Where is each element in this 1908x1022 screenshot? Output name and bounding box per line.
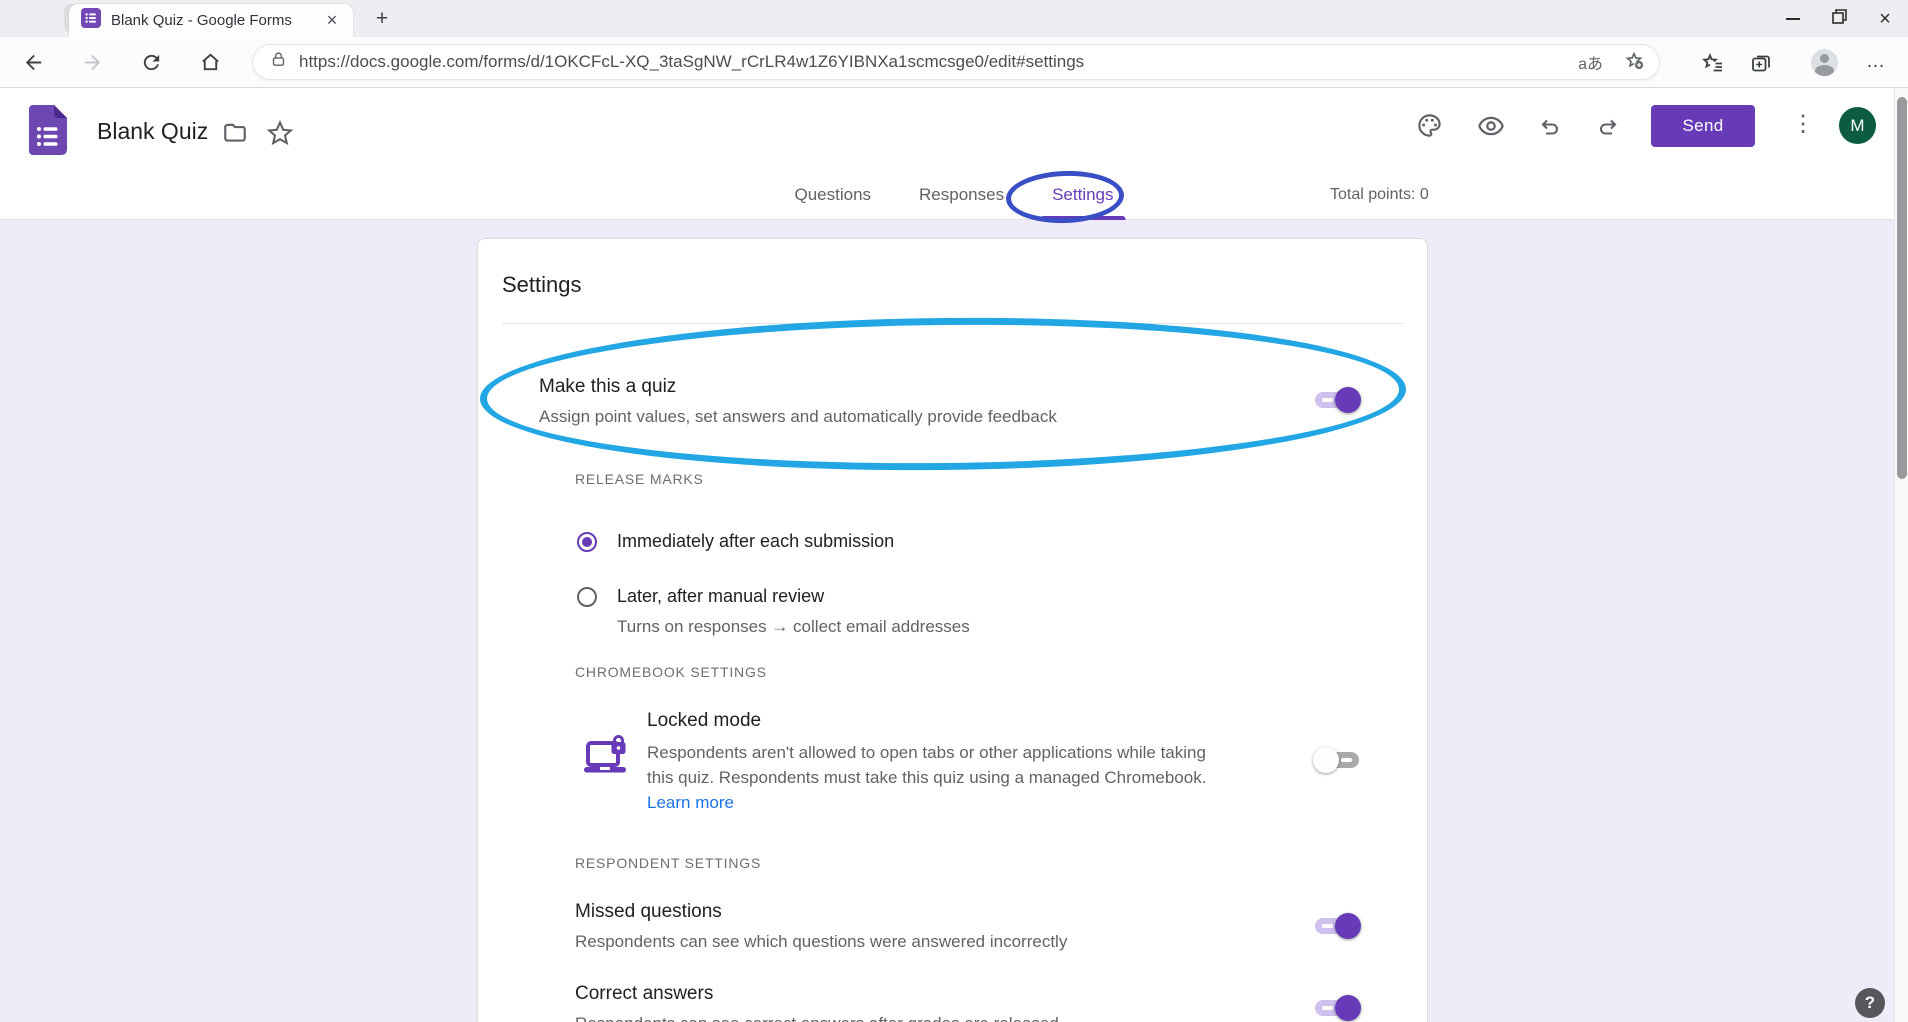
browser-menu-button[interactable]: …: [1866, 51, 1886, 73]
divider: [502, 323, 1403, 324]
send-button[interactable]: Send: [1651, 105, 1755, 147]
radio-immediately-label[interactable]: Immediately after each submission: [617, 531, 894, 552]
form-nav-bar: Questions Responses Settings Total point…: [0, 170, 1908, 220]
quiz-toggle-description: Assign point values, set answers and aut…: [539, 407, 1057, 427]
tab-settings[interactable]: Settings: [1036, 170, 1129, 220]
total-points-label: Total points: 0: [1330, 170, 1429, 220]
tab-title: Blank Quiz - Google Forms: [111, 12, 321, 29]
window-controls: ×: [1770, 0, 1908, 37]
form-title[interactable]: Blank Quiz: [97, 118, 208, 145]
radio-later-subtext: Turns on responses → collect email addre…: [617, 617, 970, 637]
address-bar[interactable]: https://docs.google.com/forms/d/1OKCFcL-…: [252, 44, 1660, 80]
correct-answers-description: Respondents can see correct answers afte…: [575, 1014, 1059, 1022]
new-tab-button[interactable]: +: [368, 6, 396, 32]
tab-close-button[interactable]: ×: [321, 10, 343, 32]
radio-later[interactable]: [577, 587, 597, 607]
help-button[interactable]: ?: [1855, 988, 1885, 1018]
browser-tab[interactable]: Blank Quiz - Google Forms ×: [69, 4, 353, 37]
tab-responses[interactable]: Responses: [903, 170, 1020, 220]
more-options-icon[interactable]: ⋮: [1790, 110, 1816, 137]
locked-mode-description: Respondents aren't allowed to open tabs …: [647, 740, 1207, 815]
undo-icon[interactable]: [1536, 115, 1562, 144]
google-forms-logo[interactable]: [29, 105, 67, 160]
move-to-folder-icon[interactable]: [222, 120, 248, 151]
restore-icon: [1832, 9, 1847, 29]
quiz-toggle-title: Make this a quiz: [539, 376, 676, 398]
correct-answers-toggle[interactable]: [1313, 994, 1361, 1022]
release-marks-header: RELEASE MARKS: [575, 471, 704, 487]
lock-icon: [270, 51, 287, 73]
redo-icon[interactable]: [1596, 115, 1622, 144]
browser-tab-strip: Blank Quiz - Google Forms × + ×: [0, 0, 1908, 37]
radio-immediately[interactable]: [577, 532, 597, 552]
browser-profile-avatar[interactable]: [1811, 49, 1838, 76]
locked-mode-laptop-icon: [581, 735, 629, 784]
theme-palette-icon[interactable]: [1416, 112, 1443, 144]
close-window-button[interactable]: ×: [1862, 0, 1908, 37]
collections-icon[interactable]: [1748, 49, 1774, 75]
browser-window: Blank Quiz - Google Forms × + ×: [0, 0, 1908, 1022]
settings-card: Settings Make this a quiz Assign point v…: [477, 238, 1428, 1022]
missed-questions-description: Respondents can see which questions were…: [575, 932, 1067, 952]
favorites-icon[interactable]: [1700, 49, 1726, 75]
back-button[interactable]: [20, 49, 46, 75]
settings-page: Settings Make this a quiz Assign point v…: [0, 220, 1908, 1022]
add-favorite-icon[interactable]: [1623, 49, 1645, 76]
browser-toolbar: https://docs.google.com/forms/d/1OKCFcL-…: [0, 37, 1908, 88]
missed-questions-title: Missed questions: [575, 901, 722, 923]
forms-favicon: [81, 8, 101, 33]
locked-mode-toggle[interactable]: [1313, 746, 1361, 774]
chromebook-settings-header: CHROMEBOOK SETTINGS: [575, 664, 767, 680]
minimize-button[interactable]: [1770, 0, 1816, 37]
preview-eye-icon[interactable]: [1477, 114, 1505, 143]
minimize-icon: [1786, 18, 1800, 20]
translate-icon[interactable]: aあ: [1578, 50, 1603, 74]
forward-button[interactable]: [79, 49, 105, 75]
refresh-button[interactable]: [138, 49, 164, 75]
learn-more-link[interactable]: Learn more: [647, 793, 734, 812]
quiz-toggle[interactable]: [1313, 386, 1361, 414]
page-scrollbar[interactable]: [1894, 88, 1908, 1022]
missed-questions-toggle[interactable]: [1313, 912, 1361, 940]
radio-later-label[interactable]: Later, after manual review: [617, 586, 824, 607]
home-button[interactable]: [197, 49, 223, 75]
settings-heading: Settings: [502, 272, 582, 298]
account-avatar[interactable]: M: [1839, 107, 1876, 144]
person-icon: [1820, 54, 1829, 63]
correct-answers-title: Correct answers: [575, 983, 713, 1005]
star-form-icon[interactable]: [266, 119, 294, 152]
respondent-settings-header: RESPONDENT SETTINGS: [575, 855, 761, 871]
scrollbar-thumb[interactable]: [1897, 97, 1907, 479]
locked-mode-title: Locked mode: [647, 710, 761, 732]
url-text[interactable]: https://docs.google.com/forms/d/1OKCFcL-…: [299, 52, 1578, 72]
restore-button[interactable]: [1816, 0, 1862, 37]
tab-questions[interactable]: Questions: [778, 170, 887, 220]
forms-app-header: Blank Quiz Send ⋮ M: [0, 88, 1908, 170]
